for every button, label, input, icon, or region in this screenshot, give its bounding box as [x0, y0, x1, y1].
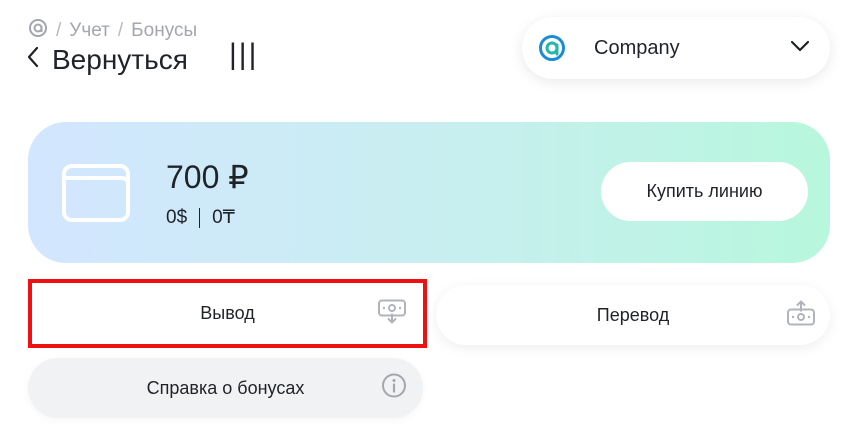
tally-marks: |||	[229, 38, 259, 71]
divider	[199, 207, 201, 228]
breadcrumb-separator: /	[117, 20, 124, 41]
breadcrumb-separator: /	[56, 20, 62, 41]
cash-withdraw-icon	[377, 297, 407, 330]
wallet-icon	[62, 162, 130, 227]
company-name: Company	[594, 36, 680, 59]
breadcrumb: / Учет / Бонусы	[28, 18, 197, 44]
breadcrumb-item-bonuses[interactable]: Бонусы	[131, 20, 197, 42]
balance-kzt: 0₸	[212, 207, 235, 228]
withdraw-label: Вывод	[200, 303, 255, 323]
bonus-help-label: Справка о бонусах	[146, 377, 305, 398]
chevron-down-icon	[790, 39, 810, 57]
cash-transfer-icon	[786, 299, 816, 332]
balance-card: 700 ₽ 0$ 0₸ Купить линию	[28, 122, 830, 263]
company-logo-icon	[538, 34, 566, 62]
back-label: Вернуться	[52, 44, 188, 75]
bonus-help-button[interactable]: Справка о бонусах	[28, 358, 423, 418]
buy-line-button[interactable]: Купить линию	[601, 162, 808, 221]
company-selector[interactable]: Company	[522, 17, 830, 79]
balance-amount: 700 ₽	[166, 159, 249, 195]
breadcrumb-item-accounting[interactable]: Учет	[69, 20, 110, 42]
transfer-button[interactable]: Перевод	[436, 285, 830, 345]
brand-a-icon[interactable]	[28, 18, 48, 44]
balance-usd: 0$	[166, 206, 188, 228]
info-icon	[381, 373, 407, 404]
balance-subamounts: 0$ 0₸	[166, 206, 235, 229]
transfer-label: Перевод	[596, 304, 670, 325]
withdraw-button[interactable]: Вывод	[28, 279, 427, 348]
back-button[interactable]: Вернуться	[26, 44, 188, 76]
chevron-left-icon	[26, 44, 40, 76]
